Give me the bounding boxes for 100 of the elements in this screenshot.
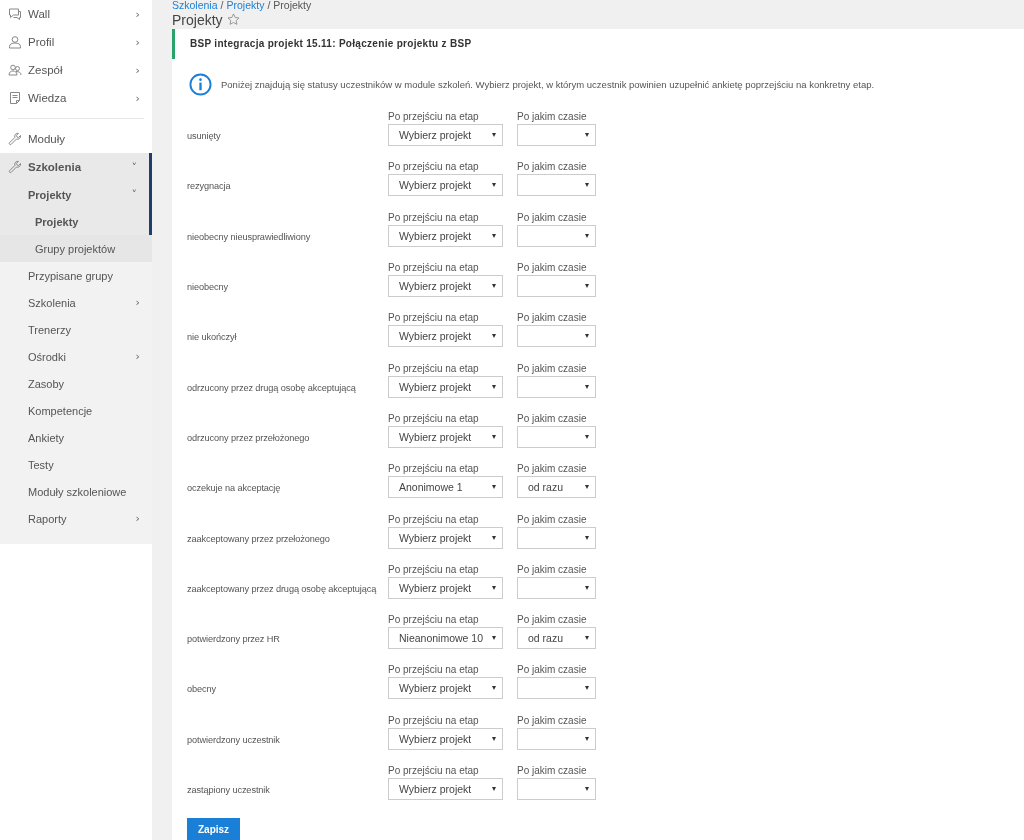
info-icon	[189, 72, 212, 96]
info-text: Poniżej znajdują się statusy uczestników w module szkoleń. Wybierz projekt, w którym uczestnik powinien uzupełnić ankietę poprzejściu na konkretny etap.	[221, 78, 875, 90]
chevron-icon: ›	[135, 36, 140, 48]
project-select[interactable]: Wybierz projekt	[388, 375, 503, 398]
sidebar-item[interactable]: Grupy projektów	[0, 235, 152, 262]
sidebar-item[interactable]: Szkolenia ˅	[0, 153, 152, 181]
field-label: Po jakim czasie	[517, 663, 588, 678]
chevron-icon: ›	[135, 297, 140, 308]
time-select[interactable]	[517, 375, 596, 398]
project-select[interactable]: Wybierz projekt	[388, 425, 503, 448]
sidebar-item[interactable]: Ankiety	[0, 424, 152, 451]
page-title: Projekty	[172, 11, 223, 28]
sidebar-item[interactable]: Wall ›	[0, 0, 152, 28]
sidebar-item[interactable]: Wiedza ›	[0, 84, 152, 112]
field-label: Po przejściu na etap	[388, 261, 480, 276]
wrench-icon	[8, 132, 22, 146]
time-select[interactable]	[517, 677, 596, 700]
sidebar-item[interactable]: Kompetencje	[0, 397, 152, 424]
person-icon	[8, 35, 22, 49]
time-select[interactable]: od razu	[517, 476, 596, 499]
sidebar-item[interactable]: Profil ›	[0, 28, 152, 56]
project-select[interactable]: Wybierz projekt	[388, 224, 503, 247]
sidebar-item[interactable]: Zespół ›	[0, 56, 152, 84]
status-label: potwierdzony uczestnik	[187, 734, 281, 747]
time-select[interactable]: od razu	[517, 627, 596, 650]
project-select[interactable]: Wybierz projekt	[388, 677, 503, 700]
sidebar-item[interactable]: Moduły szkoleniowe	[0, 478, 152, 505]
status-label: oczekuje na akceptację	[187, 483, 282, 496]
time-select[interactable]	[517, 778, 596, 800]
chevron-icon: ›	[135, 513, 140, 524]
sidebar-item[interactable]: Projekty	[0, 208, 152, 235]
field-label: Po przejściu na etap	[388, 764, 480, 778]
field-label: Po jakim czasie	[517, 361, 588, 376]
sidebar-item[interactable]: Raporty ›	[0, 505, 152, 532]
sidebar-item[interactable]: Przypisane grupy	[0, 262, 152, 289]
time-select[interactable]	[517, 727, 596, 750]
field-label: Po jakim czasie	[517, 613, 588, 628]
field-label: Po jakim czasie	[517, 713, 588, 728]
chat-icon	[8, 7, 22, 21]
time-select[interactable]	[517, 325, 596, 348]
project-select[interactable]: Wybierz projekt	[388, 174, 503, 197]
sidebar-item[interactable]: Szkolenia ›	[0, 289, 152, 316]
sidebar-item[interactable]: Trenerzy	[0, 316, 152, 343]
time-select[interactable]	[517, 425, 596, 448]
chevron-icon: ›	[135, 351, 140, 362]
star-icon[interactable]	[226, 13, 240, 27]
time-select[interactable]	[517, 174, 596, 197]
chevron-icon: ›	[135, 92, 140, 104]
breadcrumb-current: Projekty	[273, 0, 312, 11]
field-label: Po jakim czasie	[517, 110, 588, 125]
field-label: Po jakim czasie	[517, 210, 588, 225]
status-label: usunięty	[187, 131, 222, 144]
breadcrumb-separator: /	[267, 0, 271, 11]
status-label: rezygnacja	[187, 181, 232, 194]
project-select[interactable]: Wybierz projekt	[388, 576, 503, 599]
time-select[interactable]	[517, 526, 596, 549]
field-label: Po jakim czasie	[517, 411, 588, 426]
field-label: Po przejściu na etap	[388, 663, 480, 678]
save-button[interactable]: Zapisz	[187, 818, 241, 840]
project-select[interactable]: Wybierz projekt	[388, 526, 503, 549]
chevron-icon: ˅	[131, 161, 137, 173]
breadcrumb-separator: /	[220, 0, 224, 11]
project-select[interactable]: Anonimowe 1	[388, 476, 503, 499]
wrench-icon	[8, 160, 22, 174]
time-select[interactable]	[517, 576, 596, 599]
breadcrumb-link[interactable]: Projekty	[226, 0, 265, 11]
status-label: nieobecny	[187, 282, 229, 295]
breadcrumb-link[interactable]: Szkolenia	[172, 0, 218, 11]
project-select[interactable]: Wybierz projekt	[388, 275, 503, 298]
sidebar-item[interactable]: Projekty ˅	[0, 181, 152, 208]
field-label: Po przejściu na etap	[388, 512, 480, 527]
project-select[interactable]: Wybierz projekt	[388, 124, 503, 147]
time-select[interactable]	[517, 275, 596, 298]
field-label: Po jakim czasie	[517, 261, 588, 276]
project-select[interactable]: Nieanonimowe 10	[388, 627, 503, 650]
field-label: Po przejściu na etap	[388, 411, 480, 426]
field-label: Po przejściu na etap	[388, 613, 480, 628]
sidebar-item[interactable]: Zasoby	[0, 370, 152, 397]
status-label: potwierdzony przez HR	[187, 634, 281, 647]
time-select[interactable]	[517, 124, 596, 147]
field-label: Po przejściu na etap	[388, 562, 480, 577]
field-label: Po przejściu na etap	[388, 110, 480, 125]
status-label: zaakceptowany przez przełożonego	[187, 533, 331, 546]
time-select[interactable]	[517, 224, 596, 247]
field-label: Po przejściu na etap	[388, 160, 480, 175]
chevron-icon: ˅	[131, 189, 137, 200]
field-label: Po przejściu na etap	[388, 361, 480, 376]
sidebar-item[interactable]: Ośrodki ›	[0, 343, 152, 370]
field-label: Po jakim czasie	[517, 562, 588, 577]
field-label: Po jakim czasie	[517, 764, 588, 778]
field-label: Po przejściu na etap	[388, 311, 480, 326]
project-select[interactable]: Wybierz projekt	[388, 325, 503, 348]
sidebar-item[interactable]: Moduły	[0, 125, 152, 153]
project-select[interactable]: Wybierz projekt	[388, 727, 503, 750]
project-select[interactable]: Wybierz projekt	[388, 778, 503, 800]
chevron-icon: ›	[135, 8, 140, 20]
field-label: Po jakim czasie	[517, 311, 588, 326]
sidebar-item[interactable]: Testy	[0, 451, 152, 478]
status-label: nie ukończył	[187, 332, 238, 345]
field-label: Po jakim czasie	[517, 512, 588, 527]
